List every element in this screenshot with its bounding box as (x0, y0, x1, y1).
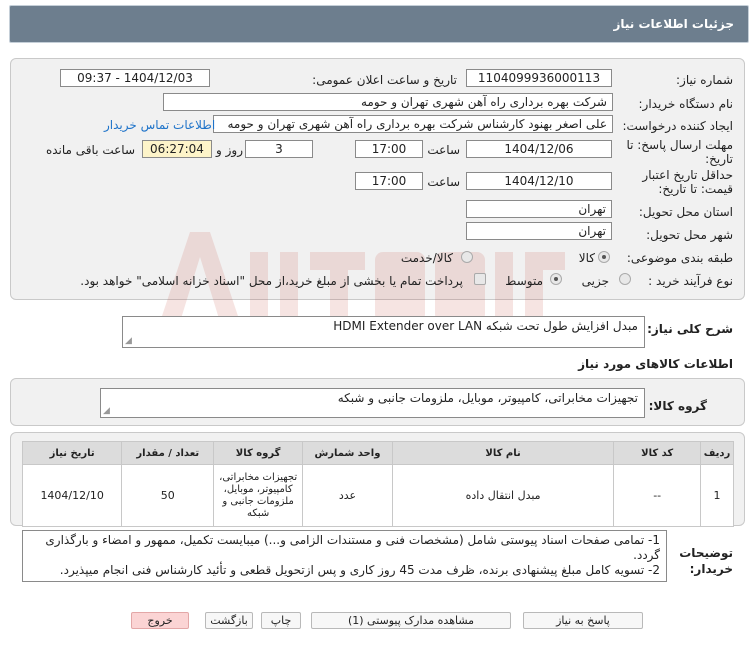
province-field: تهران (466, 200, 612, 218)
category-goods-service-radio[interactable] (461, 251, 473, 263)
reply-date-field: 1404/12/06 (466, 140, 612, 158)
description-text: مبدل افزایش طول تحت شبکه HDMI Extender o… (333, 319, 638, 333)
col-date: تاریخ نیاز (21, 441, 123, 465)
buyer-org-field: شرکت بهره برداری راه آهن شهری تهران و حو… (163, 93, 613, 111)
print-button[interactable]: چاپ (261, 612, 301, 629)
table-header-row: ردیف کد کالا نام کالا واحد شمارش گروه کا… (21, 441, 734, 465)
col-qty: تعداد / مقدار (121, 441, 215, 465)
resize-grip-icon[interactable]: ◢ (125, 336, 132, 346)
goods-group-field: تجهیزات مخابراتی، کامپیوتر، موبایل، ملزو… (100, 388, 645, 418)
reply-deadline-label: مهلت ارسال پاسخ: تا تاریخ: (626, 138, 733, 166)
validity-time-label: ساعت (427, 175, 460, 189)
buyer-org-label: نام دستگاه خریدار: (638, 97, 734, 111)
col-row: ردیف (700, 441, 734, 465)
process-medium-radio[interactable] (550, 273, 562, 285)
cell-row: 1 (700, 464, 734, 527)
reply-time-label: ساعت (427, 143, 460, 157)
category-goods-service-label: کالا/خدمت (400, 251, 453, 265)
price-validity-label: حداقل تاریخ اعتبار قیمت: تا تاریخ: (642, 168, 733, 196)
buyer-notes-label: توضیحات خریدار: (679, 546, 733, 576)
need-number-label: شماره نیاز: (676, 73, 733, 87)
cell-date: 1404/12/10 (21, 464, 123, 527)
days-field: 3 (245, 140, 313, 158)
creator-label: ایجاد کننده درخواست: (622, 119, 733, 133)
treasury-payment-checkbox[interactable] (474, 273, 486, 285)
process-medium-label: متوسط (505, 274, 543, 288)
process-label: نوع فرآیند خرید : (648, 274, 733, 288)
cell-code: -- (613, 464, 702, 527)
goods-info-heading: اطلاعات کالاهای مورد نیاز (578, 357, 733, 371)
cell-qty: 50 (121, 464, 215, 527)
buyer-notes-line-1: 1- تمامی صفحات اسناد پیوستی شامل (مشخصات… (45, 533, 660, 562)
process-small-radio[interactable] (619, 273, 631, 285)
table-row[interactable]: 1 -- مبدل انتقال داده عدد تجهیزات مخابرا… (21, 464, 734, 527)
goods-group-label: گروه کالا: (648, 399, 707, 413)
process-small-label: جزیی (581, 274, 609, 288)
col-unit: واحد شمارش (302, 441, 393, 465)
page-title: جزئیات اطلاعات نیاز (613, 17, 734, 31)
resize-grip-icon[interactable]: ◢ (103, 406, 110, 416)
remaining-time-label: ساعت باقی مانده (45, 143, 135, 157)
col-group: گروه کالا (213, 441, 304, 465)
back-button[interactable]: بازگشت (205, 612, 253, 629)
buyer-notes-field: 1- تمامی صفحات اسناد پیوستی شامل (مشخصات… (22, 530, 667, 582)
cell-name: مبدل انتقال داده (391, 464, 615, 527)
cell-unit: عدد (302, 464, 393, 527)
category-label: طبقه بندی موضوعی: (626, 251, 733, 265)
items-table: ردیف کد کالا نام کالا واحد شمارش گروه کا… (21, 441, 734, 527)
announce-field: 1404/12/03 - 09:37 (60, 69, 210, 87)
reply-button[interactable]: پاسخ به نیاز (523, 612, 643, 629)
buyer-contact-link[interactable]: اطلاعات تماس خریدار (104, 118, 215, 132)
validity-date-field: 1404/12/10 (466, 172, 612, 190)
col-code: کد کالا (613, 441, 702, 465)
title-bar: جزئیات اطلاعات نیاز (0, 0, 755, 48)
days-label: روز و (216, 143, 243, 157)
city-label: شهر محل تحویل: (646, 228, 733, 242)
creator-field: علی اصغر بهنود کارشناس شرکت بهره برداری … (213, 115, 613, 133)
province-label: استان محل تحویل: (638, 205, 733, 219)
exit-button[interactable]: خروج (131, 612, 189, 629)
cell-group: تجهیزات مخابراتی، کامپیوتر، موبایل، ملزو… (213, 464, 304, 527)
buyer-notes-line-2: 2- تسویه کامل مبلغ پیشنهادی برنده، ظرف م… (59, 563, 660, 577)
category-goods-radio[interactable] (598, 251, 610, 263)
title-tab: جزئیات اطلاعات نیاز (9, 5, 749, 43)
description-field: مبدل افزایش طول تحت شبکه HDMI Extender o… (122, 316, 645, 348)
announce-label: تاریخ و ساعت اعلان عمومی: (312, 73, 457, 87)
remaining-time-field: 06:27:04 (142, 140, 212, 158)
goods-group-text: تجهیزات مخابراتی، کامپیوتر، موبایل، ملزو… (337, 391, 638, 405)
attachments-button[interactable]: مشاهده مدارک پیوستی (1) (311, 612, 511, 629)
city-field: تهران (466, 222, 612, 240)
reply-time-field: 17:00 (355, 140, 423, 158)
process-note: پرداخت تمام یا بخشی از مبلغ خرید،از محل … (80, 274, 463, 288)
category-goods-label: کالا (578, 251, 595, 265)
col-name: نام کالا (391, 441, 615, 465)
validity-time-field: 17:00 (355, 172, 423, 190)
description-label: شرح کلی نیاز: (647, 322, 733, 336)
need-number-field: 1104099936000113 (466, 69, 612, 87)
